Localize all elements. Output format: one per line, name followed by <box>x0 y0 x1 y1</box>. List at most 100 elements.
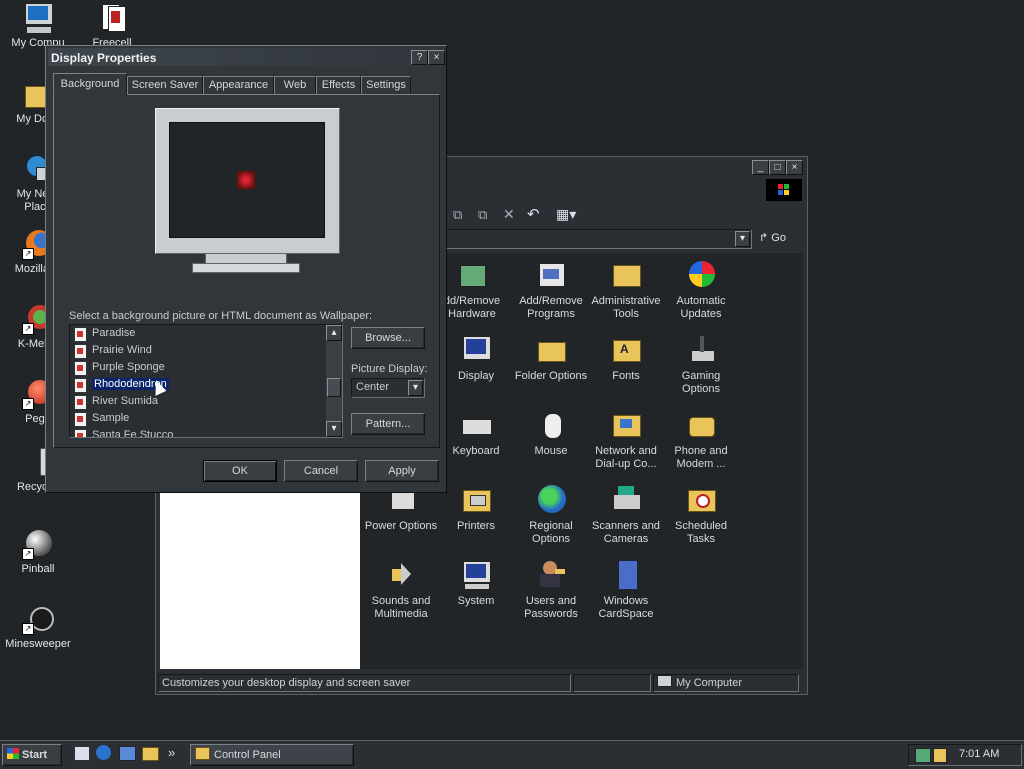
explorer-folder-icon[interactable] <box>142 747 159 761</box>
list-item[interactable]: River Sumida <box>70 393 342 410</box>
dialog-close-button[interactable]: × <box>428 50 445 65</box>
clock[interactable]: 7:01 AM <box>959 748 999 760</box>
cp-item-regional-options[interactable]: Regional Options <box>513 484 589 546</box>
cp-item-scheduled-tasks[interactable]: Scheduled Tasks <box>663 484 739 546</box>
tab-effects[interactable]: Effects <box>316 76 361 95</box>
dialog-titlebar[interactable]: Display Properties ? × <box>48 48 445 66</box>
tab-web[interactable]: Web <box>274 76 316 95</box>
desktop-icon-minesweeper[interactable]: ↗ Minesweeper <box>0 603 76 651</box>
keyboard-icon <box>460 409 492 441</box>
tab-appearance[interactable]: Appearance <box>203 76 274 95</box>
cp-item-phone-modem[interactable]: Phone and Modem ... <box>663 409 739 471</box>
picture-icon <box>74 327 87 342</box>
scroll-thumb[interactable] <box>327 378 341 397</box>
printer-icon <box>460 484 492 516</box>
chevron-down-icon[interactable]: ▾ <box>408 380 423 396</box>
windows-update-icon <box>685 259 717 291</box>
delete-icon[interactable]: ✕ <box>503 206 515 223</box>
volume-tray-icon[interactable] <box>933 748 947 763</box>
list-item[interactable]: Paradise <box>70 325 342 342</box>
tab-screen-saver[interactable]: Screen Saver <box>127 76 203 95</box>
quicklaunch-overflow-button[interactable]: » <box>168 745 175 760</box>
system-icon <box>460 559 492 591</box>
windows-logo-icon <box>766 179 802 201</box>
start-button[interactable]: Start <box>2 744 62 766</box>
address-dropdown-button[interactable]: ▾ <box>735 231 750 247</box>
undo-icon[interactable]: ↶ <box>527 205 540 223</box>
cp-item-add-remove-programs[interactable]: Add/Remove Programs <box>513 259 589 321</box>
tab-settings[interactable]: Settings <box>361 76 411 95</box>
vertical-scrollbar[interactable]: ▴ ▾ <box>326 325 342 437</box>
cp-item-administrative-tools[interactable]: Administrative Tools <box>588 259 664 321</box>
cp-item-system[interactable]: System <box>438 559 514 608</box>
cp-item-sounds-multimedia[interactable]: Sounds and Multimedia <box>363 559 439 621</box>
picture-display-select[interactable]: Center ▾ <box>351 378 425 398</box>
wallpaper-preview-thumbnail <box>237 171 255 189</box>
computer-icon <box>22 2 54 34</box>
list-item[interactable]: Prairie Wind <box>70 342 342 359</box>
taskbar-task-control-panel[interactable]: Control Panel <box>190 744 354 766</box>
cancel-button[interactable]: Cancel <box>284 460 358 482</box>
cardspace-icon <box>610 559 642 591</box>
desktop-icon-freecell[interactable]: Freecell <box>74 2 150 50</box>
cp-item-keyboard[interactable]: Keyboard <box>438 409 514 458</box>
list-item[interactable]: Purple Sponge <box>70 359 342 376</box>
close-button[interactable]: × <box>786 160 803 175</box>
scroll-up-button[interactable]: ▴ <box>326 325 342 341</box>
cp-item-printers[interactable]: Printers <box>438 484 514 533</box>
maximize-button[interactable]: □ <box>769 160 786 175</box>
status-description: Customizes your desktop display and scre… <box>158 674 571 692</box>
ok-button[interactable]: OK <box>203 460 277 482</box>
scroll-down-button[interactable]: ▾ <box>326 421 342 437</box>
programs-icon <box>535 259 567 291</box>
minesweeper-icon: ↗ <box>22 603 54 635</box>
cp-item-network-dialup[interactable]: Network and Dial-up Co... <box>588 409 664 471</box>
help-button[interactable]: ? <box>411 50 428 65</box>
status-empty-cell <box>573 674 651 692</box>
network-tray-icon[interactable] <box>915 748 931 763</box>
tab-background[interactable]: Background <box>53 73 127 96</box>
windows-logo-icon <box>7 748 19 759</box>
cp-item-fonts[interactable]: A Fonts <box>588 334 664 383</box>
pattern-button[interactable]: Pattern... <box>351 413 425 435</box>
shortcut-arrow-icon: ↗ <box>22 323 34 335</box>
internet-explorer-icon[interactable] <box>96 745 111 760</box>
minimize-button[interactable]: _ <box>752 160 769 175</box>
wallpaper-list[interactable]: Paradise Prairie Wind Purple Sponge Rhod… <box>69 324 343 438</box>
cp-item-gaming-options[interactable]: Gaming Options <box>663 334 739 396</box>
desktop-icon-pinball[interactable]: ↗ Pinball <box>0 528 76 576</box>
cp-item-windows-cardspace[interactable]: Windows CardSpace <box>588 559 664 621</box>
cp-item-display[interactable]: Display <box>438 334 514 383</box>
list-item[interactable]: Sample <box>70 410 342 427</box>
cp-item-folder-options[interactable]: Folder Options <box>513 334 589 383</box>
shortcut-arrow-icon: ↗ <box>22 623 34 635</box>
apply-button[interactable]: Apply <box>365 460 439 482</box>
list-item-selected[interactable]: Rhododendron <box>70 376 342 393</box>
shortcut-arrow-icon: ↗ <box>22 398 34 410</box>
display-properties-dialog: Display Properties ? × Background Screen… <box>45 45 447 493</box>
desktop-icon-my-computer[interactable]: My Compu <box>0 2 76 50</box>
list-item[interactable]: Santa Fe Stucco <box>70 427 342 437</box>
cp-item-scanners-cameras[interactable]: Scanners and Cameras <box>588 484 664 546</box>
folder-options-icon <box>535 334 567 366</box>
speaker-icon <box>385 559 417 591</box>
views-icon[interactable]: ▦▾ <box>556 206 576 223</box>
cp-item-users-passwords[interactable]: Users and Passwords <box>513 559 589 621</box>
browse-button[interactable]: Browse... <box>351 327 425 349</box>
computer-small-icon <box>657 675 672 687</box>
phone-icon <box>685 409 717 441</box>
cp-item-automatic-updates[interactable]: Automatic Updates <box>663 259 739 321</box>
scanner-icon <box>610 484 642 516</box>
show-desktop-icon[interactable] <box>74 746 90 761</box>
address-bar[interactable]: ▾ <box>446 229 752 249</box>
monitor-base <box>192 263 300 273</box>
move-to-icon[interactable]: ⧉ <box>453 207 462 223</box>
monitor-preview <box>155 108 340 254</box>
go-button[interactable]: ↱ Go <box>759 231 786 244</box>
status-location: My Computer <box>653 674 799 692</box>
outlook-express-icon[interactable] <box>119 746 136 761</box>
globe-icon <box>535 484 567 516</box>
users-icon <box>535 559 567 591</box>
copy-to-icon[interactable]: ⧉ <box>478 207 487 223</box>
cp-item-mouse[interactable]: Mouse <box>513 409 589 458</box>
